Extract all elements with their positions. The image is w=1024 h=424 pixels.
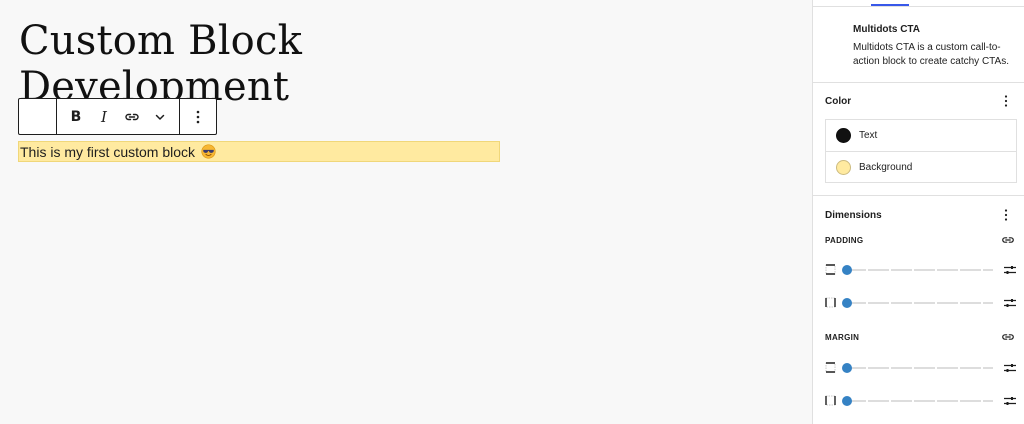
tab-block-indicator[interactable]	[871, 4, 909, 6]
panel-divider	[813, 195, 1024, 196]
more-rich-text-button[interactable]	[146, 99, 174, 134]
unlink-sides-icon[interactable]	[1001, 330, 1015, 344]
text-color-label: Text	[859, 130, 878, 141]
unlink-sides-icon[interactable]	[1001, 233, 1015, 247]
block-description: Multidots CTA is a custom call-to-action…	[853, 42, 1009, 67]
cta-block[interactable]: This is my first custom block	[18, 141, 500, 162]
dimensions-options-button[interactable]	[1000, 208, 1012, 222]
block-name: Multidots CTA	[853, 24, 921, 35]
dimensions-panel-title: Dimensions	[825, 210, 882, 221]
margin-vertical-track[interactable]	[845, 367, 993, 369]
settings-sliders-icon[interactable]	[1003, 361, 1017, 375]
editor-canvas: Custom Block Development B I This is my …	[0, 0, 812, 424]
color-panel-title: Color	[825, 96, 852, 107]
block-toolbar: B I	[18, 98, 217, 135]
background-color-item[interactable]: Background	[826, 151, 1016, 182]
more-vertical-icon	[1004, 209, 1008, 221]
bold-button[interactable]: B	[62, 99, 90, 134]
text-color-swatch	[836, 128, 851, 143]
margin-vertical-slider[interactable]	[842, 363, 852, 373]
cta-text[interactable]: This is my first custom block	[20, 144, 195, 160]
more-vertical-icon	[1004, 95, 1008, 107]
smiling-face-with-sunglasses-icon	[201, 144, 216, 159]
padding-vertical-track[interactable]	[845, 269, 993, 271]
horizontal-sides-icon	[825, 297, 836, 308]
block-options-button[interactable]	[180, 99, 216, 134]
color-settings: Text Background	[825, 119, 1017, 183]
padding-vertical-slider[interactable]	[842, 265, 852, 275]
settings-sliders-icon[interactable]	[1003, 296, 1017, 310]
settings-sidebar: Multidots CTA Multidots CTA is a custom …	[812, 0, 1024, 424]
background-color-swatch	[836, 159, 851, 175]
block-card: Multidots CTA Multidots CTA is a custom …	[813, 8, 1024, 83]
padding-horizontal-slider[interactable]	[842, 298, 852, 308]
vertical-sides-icon	[825, 264, 836, 275]
text-color-item[interactable]: Text	[826, 120, 1016, 151]
post-title[interactable]: Custom Block Development	[19, 18, 439, 110]
padding-horizontal-control	[825, 296, 1017, 310]
settings-sliders-icon[interactable]	[1003, 394, 1017, 408]
margin-horizontal-control	[825, 394, 1017, 408]
link-icon	[125, 113, 139, 120]
background-color-label: Background	[859, 161, 913, 173]
link-button[interactable]	[118, 99, 146, 134]
chevron-down-icon	[155, 114, 165, 120]
margin-horizontal-slider[interactable]	[842, 396, 852, 406]
vertical-sides-icon	[825, 362, 836, 373]
horizontal-sides-icon	[825, 395, 836, 406]
settings-sliders-icon[interactable]	[1003, 263, 1017, 277]
margin-vertical-control	[825, 361, 1017, 375]
margin-horizontal-track[interactable]	[845, 400, 993, 402]
margin-label: MARGIN	[825, 333, 860, 342]
padding-vertical-control	[825, 263, 1017, 277]
italic-button[interactable]: I	[90, 99, 118, 134]
sidebar-tabs	[813, 0, 1024, 7]
color-options-button[interactable]	[1000, 94, 1012, 108]
padding-horizontal-track[interactable]	[845, 302, 993, 304]
padding-label: PADDING	[825, 236, 864, 245]
more-vertical-icon	[196, 110, 200, 123]
block-type-switcher[interactable]	[19, 99, 57, 134]
format-group: B I	[57, 99, 180, 134]
